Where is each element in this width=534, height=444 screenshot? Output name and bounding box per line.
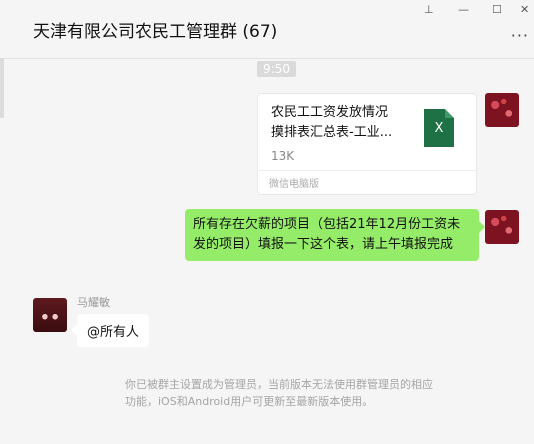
- chat-header: 天津有限公司农民工管理群 (67) ⊥ — ☐ ✕ ···: [0, 0, 534, 59]
- system-notice: 你已被群主设置成为管理员，当前版本无法使用群管理员的相应功能，iOS和Andro…: [125, 378, 433, 408]
- file-source: 微信电脑版: [269, 179, 319, 190]
- file-size: 13K: [271, 149, 295, 163]
- pin-icon[interactable]: ⊥: [424, 3, 434, 16]
- file-name: 农民工工资发放情况 摸排表汇总表-工业...: [271, 103, 411, 143]
- my-avatar[interactable]: [485, 210, 519, 244]
- chat-title: 天津有限公司农民工管理群 (67): [33, 22, 278, 42]
- sender-name: 马耀敏: [77, 296, 110, 309]
- my-avatar[interactable]: [485, 93, 519, 127]
- file-message[interactable]: 农民工工资发放情况 摸排表汇总表-工业... X 13K 微信电脑版: [257, 93, 477, 195]
- scrollbar[interactable]: [0, 58, 4, 118]
- minimize-button[interactable]: —: [458, 3, 469, 16]
- file-divider: [258, 170, 476, 171]
- excel-icon-letter: X: [434, 121, 444, 136]
- more-icon[interactable]: ···: [511, 26, 529, 45]
- maximize-button[interactable]: ☐: [492, 3, 502, 16]
- message-timestamp: 9:50: [257, 61, 296, 77]
- my-text-message[interactable]: 所有存在欠薪的项目（包括21年12月份工资未发的项目）填报一下这个表，请上午填报…: [185, 209, 485, 261]
- file-name-line2: 摸排表汇总表-工业...: [271, 125, 393, 140]
- excel-file-icon: X: [424, 109, 454, 147]
- close-button[interactable]: ✕: [520, 3, 529, 16]
- file-name-line1: 农民工工资发放情况: [271, 105, 389, 120]
- sender-avatar[interactable]: [33, 298, 67, 332]
- other-text-message[interactable]: @所有人: [70, 314, 150, 347]
